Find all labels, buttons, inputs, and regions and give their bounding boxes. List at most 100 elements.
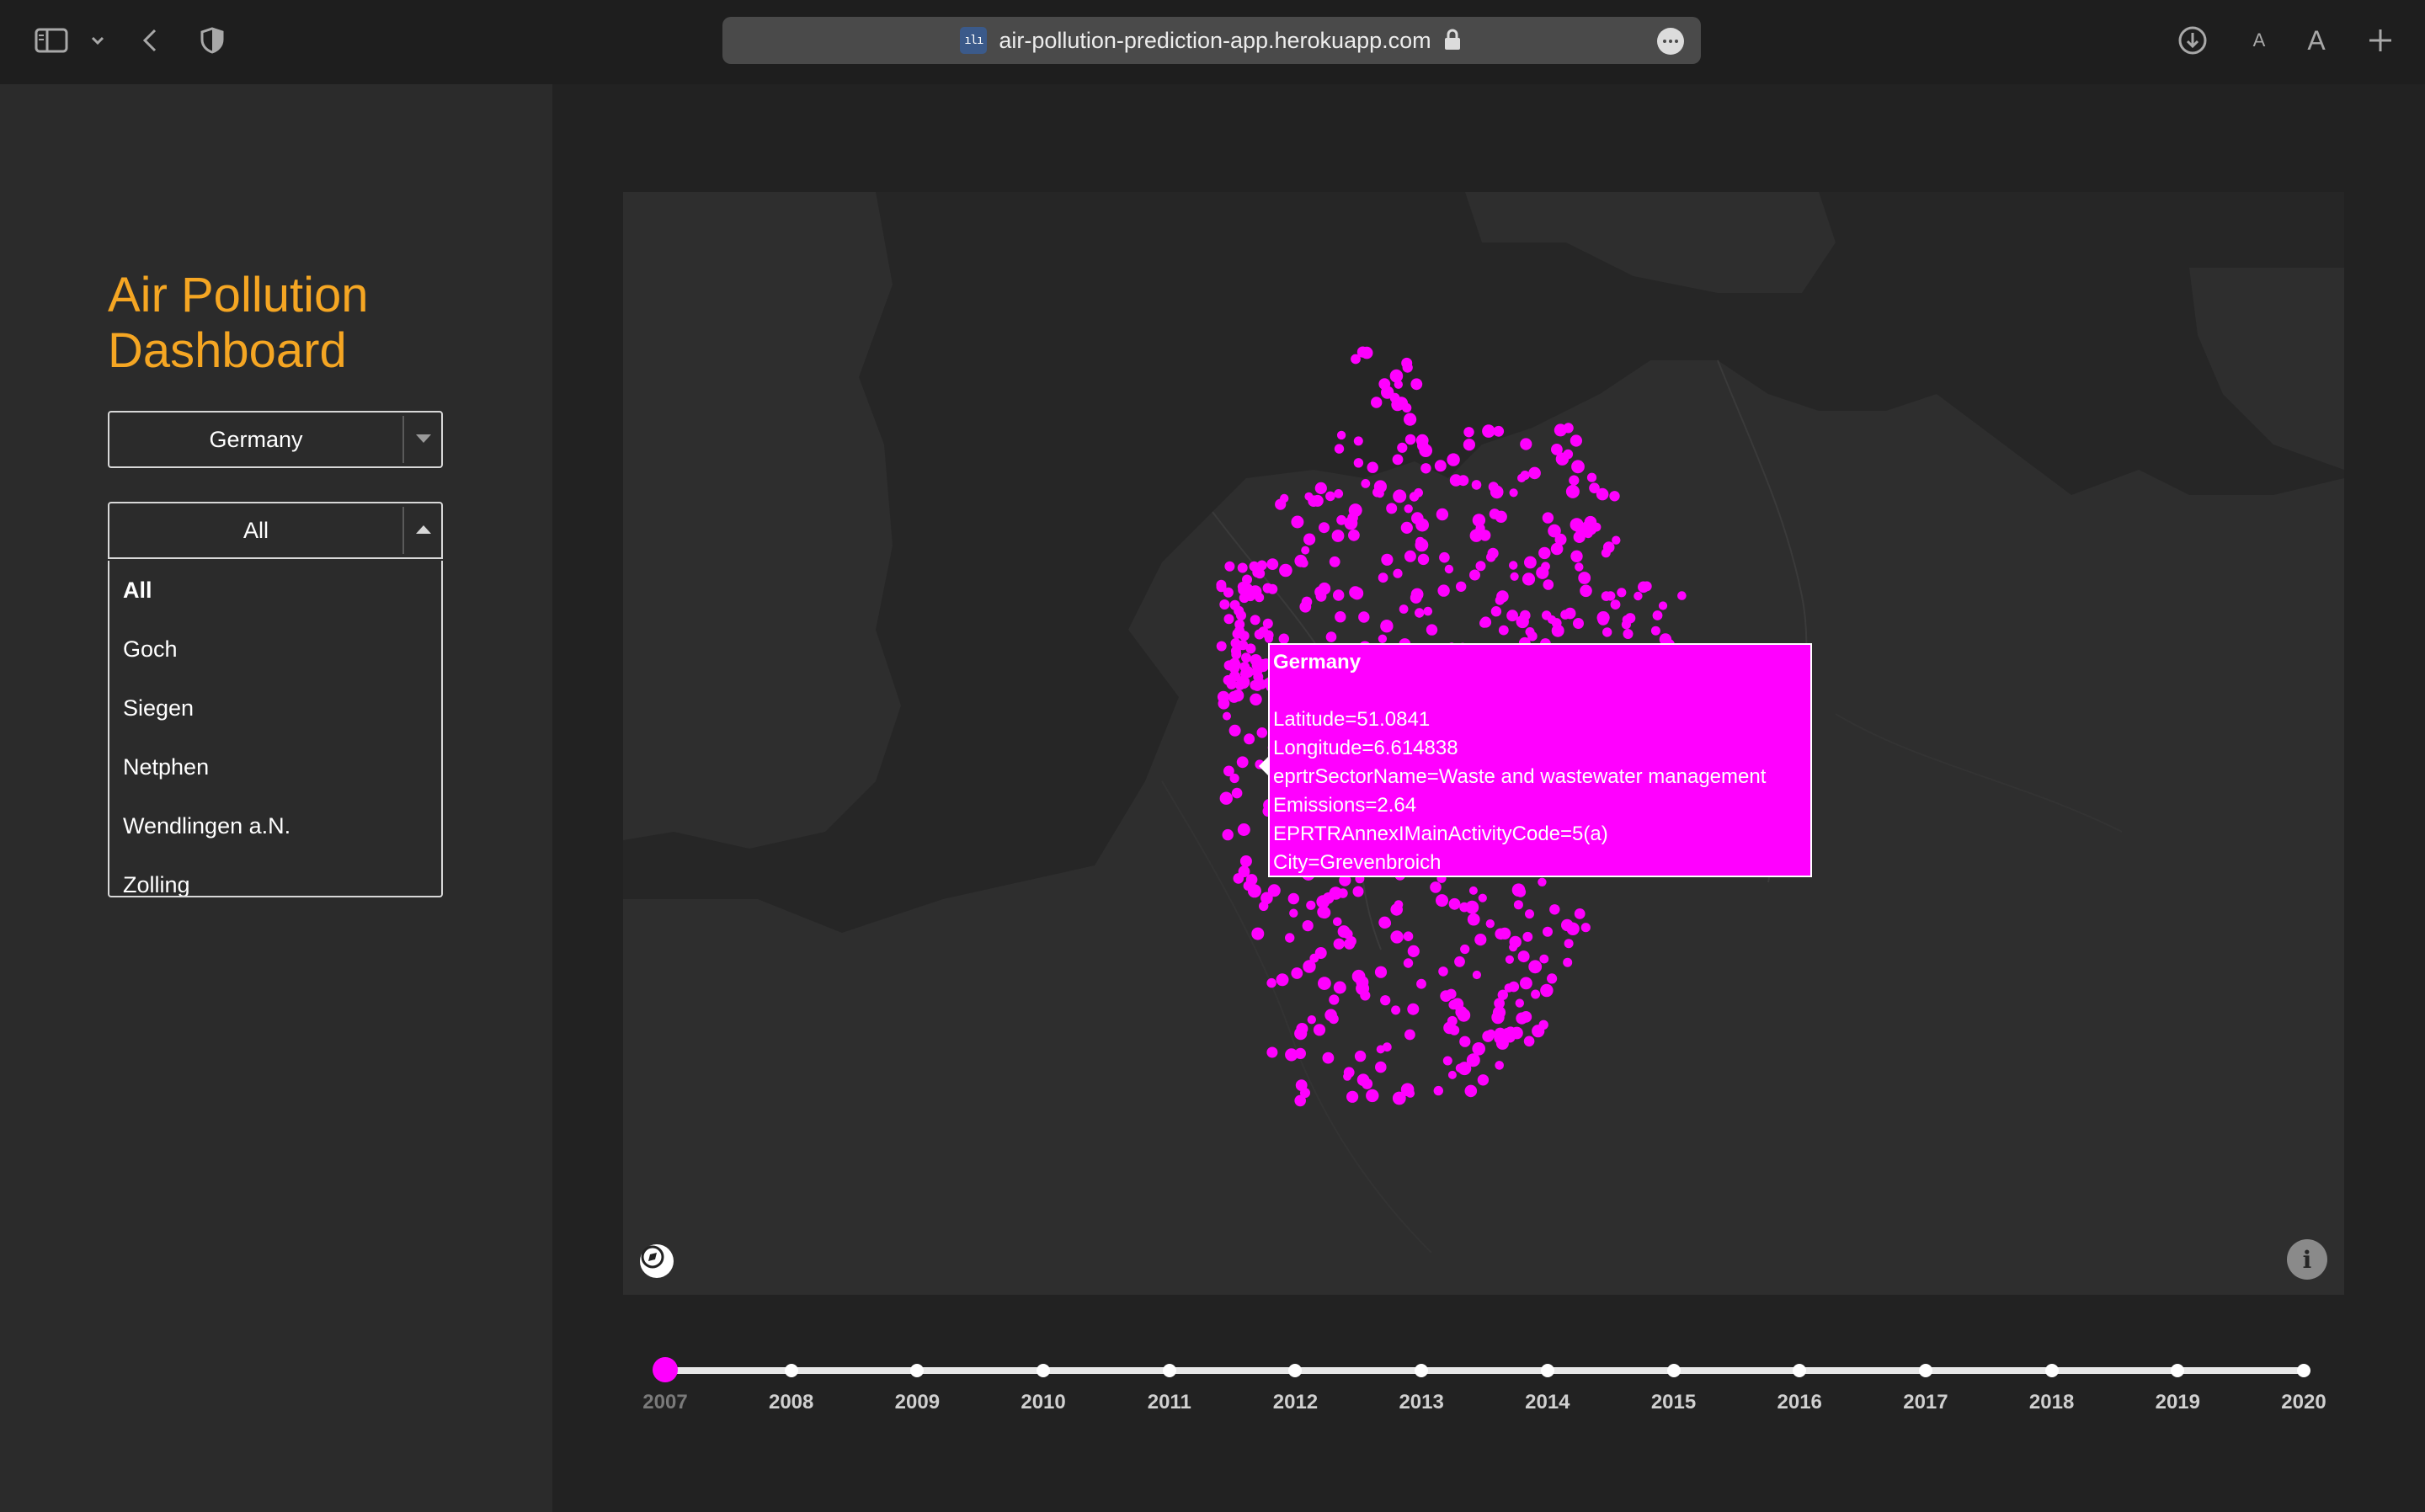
emission-marker[interactable] — [1543, 579, 1554, 590]
emission-marker[interactable] — [1525, 909, 1534, 919]
city-option[interactable]: Goch — [109, 620, 441, 679]
emission-marker[interactable] — [1399, 604, 1409, 614]
emission-marker[interactable] — [1319, 522, 1330, 534]
emission-marker[interactable] — [1219, 599, 1230, 610]
emission-marker[interactable] — [1266, 558, 1279, 570]
emission-marker[interactable] — [1392, 1091, 1406, 1105]
slider-mark[interactable] — [1793, 1364, 1807, 1377]
emission-marker[interactable] — [1524, 556, 1537, 569]
slider-mark[interactable] — [1540, 1364, 1554, 1377]
emission-marker[interactable] — [1438, 966, 1448, 977]
emission-marker[interactable] — [1230, 646, 1241, 657]
emission-marker[interactable] — [1353, 458, 1364, 468]
emission-marker[interactable] — [1509, 488, 1518, 498]
emission-marker[interactable] — [1378, 916, 1391, 929]
emission-marker[interactable] — [1490, 606, 1502, 617]
emission-marker[interactable] — [1404, 504, 1413, 514]
emission-marker[interactable] — [1437, 584, 1450, 597]
emission-marker[interactable] — [1315, 590, 1327, 602]
emission-marker[interactable] — [1380, 620, 1394, 633]
emission-marker[interactable] — [1564, 607, 1576, 620]
emission-marker[interactable] — [1333, 938, 1345, 950]
emission-marker[interactable] — [1409, 492, 1420, 502]
emission-marker[interactable] — [1513, 900, 1523, 910]
emission-marker[interactable] — [1318, 977, 1331, 990]
new-tab-icon[interactable] — [2366, 22, 2395, 59]
emission-marker[interactable] — [1348, 529, 1360, 541]
emission-marker[interactable] — [1266, 977, 1276, 988]
emission-marker[interactable] — [1522, 572, 1536, 586]
country-select[interactable]: Germany — [108, 411, 443, 468]
emission-marker[interactable] — [1417, 553, 1430, 566]
emission-marker[interactable] — [1378, 634, 1388, 643]
emission-marker[interactable] — [1490, 485, 1504, 499]
emission-marker[interactable] — [1336, 430, 1346, 440]
emission-marker[interactable] — [1238, 865, 1250, 878]
emission-marker[interactable] — [1415, 434, 1429, 447]
emission-marker[interactable] — [1520, 471, 1530, 481]
emission-marker[interactable] — [1333, 917, 1342, 927]
emission-marker[interactable] — [1313, 1024, 1326, 1036]
emission-marker[interactable] — [1250, 615, 1260, 626]
emission-marker[interactable] — [1440, 990, 1452, 1002]
emission-marker[interactable] — [1232, 628, 1243, 639]
emission-marker[interactable] — [1570, 434, 1582, 447]
emission-marker[interactable] — [1554, 423, 1567, 437]
emission-marker[interactable] — [1358, 611, 1370, 623]
emission-marker[interactable] — [1575, 562, 1584, 572]
emission-marker[interactable] — [1331, 530, 1345, 542]
emission-marker[interactable] — [1609, 491, 1620, 502]
slider-mark[interactable] — [1037, 1364, 1051, 1377]
emission-marker[interactable] — [1415, 518, 1429, 532]
emission-marker[interactable] — [1251, 927, 1265, 940]
slider-year-label[interactable]: 2013 — [1379, 1391, 1463, 1414]
emission-marker[interactable] — [1354, 1050, 1367, 1062]
emission-marker[interactable] — [1335, 611, 1346, 623]
city-option[interactable]: Siegen — [109, 679, 441, 737]
emission-marker[interactable] — [1532, 1025, 1545, 1038]
emission-marker[interactable] — [1522, 931, 1533, 942]
emission-marker[interactable] — [1378, 572, 1388, 583]
emission-marker[interactable] — [1641, 581, 1652, 592]
emission-marker[interactable] — [1404, 413, 1417, 426]
emission-marker[interactable] — [1539, 954, 1549, 964]
emission-marker[interactable] — [1307, 1015, 1316, 1025]
emission-marker[interactable] — [1404, 1029, 1415, 1041]
emission-marker[interactable] — [1498, 625, 1509, 636]
emission-marker[interactable] — [1494, 1027, 1506, 1040]
emission-marker[interactable] — [1306, 900, 1316, 910]
emission-marker[interactable] — [1239, 855, 1252, 867]
emission-marker[interactable] — [1397, 442, 1408, 453]
emission-marker[interactable] — [1356, 976, 1369, 989]
emission-marker[interactable] — [1303, 960, 1316, 973]
emission-marker[interactable] — [1650, 626, 1660, 636]
city-select[interactable]: All — [108, 502, 443, 559]
emission-marker[interactable] — [1528, 960, 1543, 974]
slider-year-label[interactable]: 2016 — [1757, 1391, 1841, 1414]
emission-marker[interactable] — [1448, 897, 1461, 910]
slider-year-label[interactable]: 2015 — [1632, 1391, 1716, 1414]
emission-marker[interactable] — [1238, 584, 1249, 595]
emission-marker[interactable] — [1259, 901, 1269, 911]
emission-marker[interactable] — [1324, 1009, 1337, 1022]
emission-marker[interactable] — [1333, 981, 1346, 994]
emission-marker[interactable] — [1477, 1074, 1490, 1086]
emission-marker[interactable] — [1234, 679, 1245, 690]
mapbox-logo-icon[interactable] — [640, 1244, 674, 1278]
emission-marker[interactable] — [1333, 589, 1345, 601]
slider-year-label[interactable]: 2009 — [875, 1391, 959, 1414]
emission-marker[interactable] — [1223, 674, 1234, 685]
emission-marker[interactable] — [1386, 503, 1398, 514]
emission-marker[interactable] — [1459, 1036, 1471, 1047]
emission-marker[interactable] — [1237, 562, 1248, 573]
emission-marker[interactable] — [1464, 1084, 1478, 1098]
emission-marker[interactable] — [1468, 886, 1478, 895]
emission-marker[interactable] — [1423, 606, 1433, 616]
map[interactable]: Germany Latitude=51.0841 Longitude=6.614… — [623, 192, 2344, 1295]
emission-marker[interactable] — [1563, 449, 1574, 460]
emission-marker[interactable] — [1391, 1005, 1401, 1015]
emission-marker[interactable] — [1374, 966, 1388, 978]
emission-marker[interactable] — [1596, 487, 1609, 501]
emission-marker[interactable] — [1325, 491, 1335, 502]
emission-marker[interactable] — [1245, 643, 1256, 654]
